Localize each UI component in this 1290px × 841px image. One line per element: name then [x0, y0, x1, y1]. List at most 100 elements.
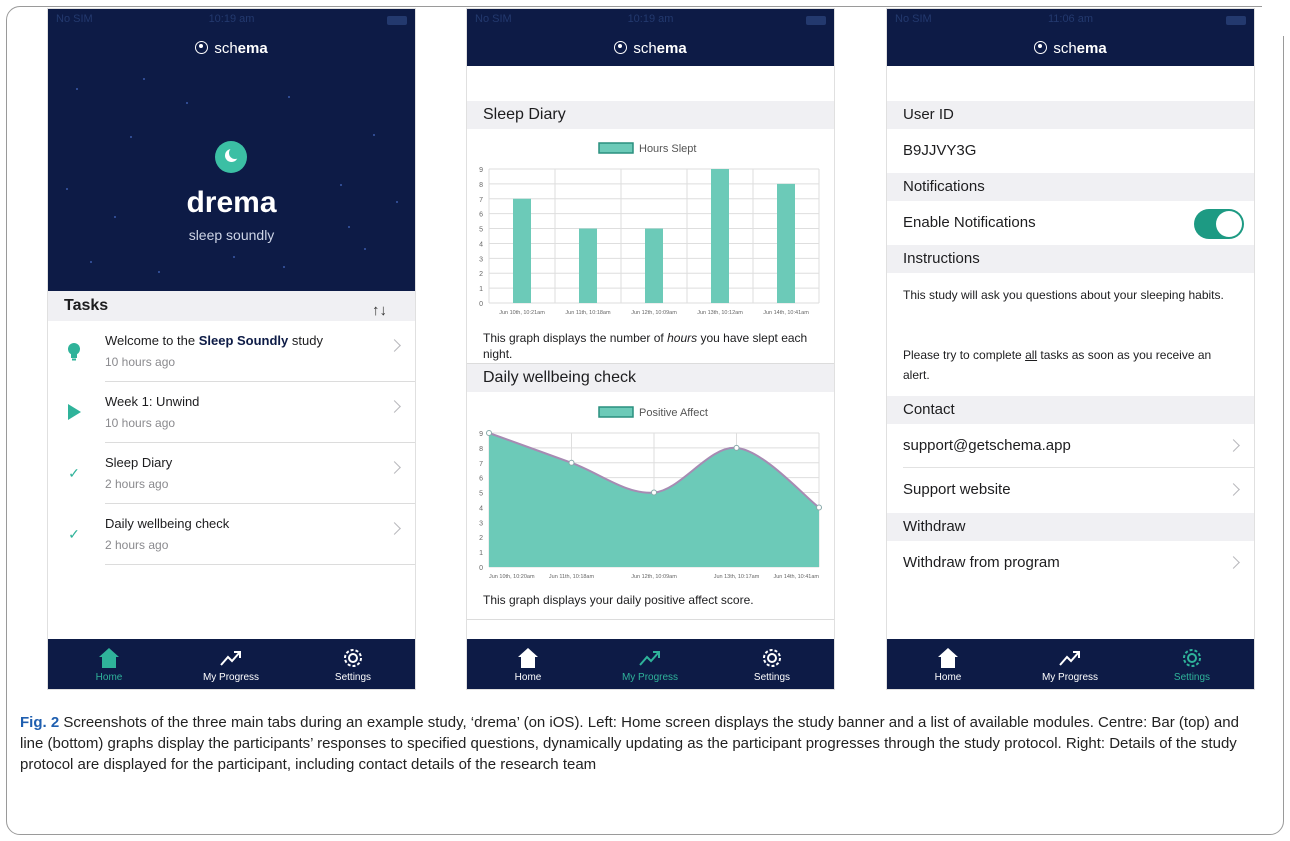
wellbeing-chart-caption: This graph displays your daily positive … — [483, 593, 754, 607]
task-time: 10 hours ago — [105, 416, 176, 430]
task-row[interactable]: ✓ Daily wellbeing check 2 hours ago — [48, 504, 415, 565]
data-point — [733, 444, 740, 451]
tab-home[interactable]: Home — [48, 639, 170, 689]
tab-label: Home — [514, 672, 542, 683]
app-header: schema — [887, 31, 1254, 66]
chevron-right-icon — [1227, 483, 1240, 496]
y-tick-label: 9 — [479, 431, 483, 438]
y-tick-label: 1 — [479, 550, 483, 557]
schema-logo-icon — [614, 41, 628, 54]
tab-my-progress[interactable]: My Progress — [589, 639, 711, 689]
task-row[interactable]: Week 1: Unwind 10 hours ago — [48, 382, 415, 443]
contact-email-link[interactable]: support@getschema.app — [903, 437, 1071, 454]
y-tick-label: 4 — [479, 505, 483, 512]
tab-settings[interactable]: Settings — [1131, 639, 1253, 689]
tab-settings[interactable]: Settings — [711, 639, 833, 689]
tab-my-progress[interactable]: My Progress — [170, 639, 292, 689]
task-row[interactable]: ✓ Sleep Diary 2 hours ago — [48, 443, 415, 504]
y-tick-label: 5 — [479, 227, 483, 234]
notifications-header: Notifications — [887, 173, 1254, 201]
study-title: drema — [186, 186, 277, 219]
support-website-link[interactable]: Support website — [903, 481, 1011, 498]
tab-home[interactable]: Home — [887, 639, 1009, 689]
x-tick-label: Jun 10th, 10:21am — [499, 310, 545, 316]
notifications-row: Enable Notifications — [887, 201, 1254, 245]
sleep-bar-chart: Hours Slept 0 1 2 3 4 5 6 7 8 9 Jun 10th, 10:21am Ju… — [479, 142, 820, 316]
phone-settings-screen: No SIM 11:06 am schema User ID B9JJVY3G … — [887, 9, 1254, 689]
tab-label: Home — [95, 672, 123, 683]
withdraw-header: Withdraw — [887, 513, 1254, 541]
data-point — [651, 489, 657, 496]
tab-home[interactable]: Home — [467, 639, 589, 689]
trend-icon — [1059, 651, 1080, 666]
figure-caption: Fig. 2 Screenshots of the three main tab… — [20, 712, 1265, 775]
task-title: Daily wellbeing check — [105, 516, 230, 531]
tab-label: My Progress — [621, 672, 679, 683]
chevron-right-icon — [388, 339, 401, 352]
y-tick-label: 3 — [479, 520, 483, 527]
y-tick-label: 6 — [479, 212, 483, 219]
tab-bar: Home My Progress Settings — [467, 639, 834, 689]
x-tick-label: Jun 13th, 10:17am — [714, 574, 760, 580]
user-id-value: B9JJVY3G — [887, 129, 1254, 173]
gear-icon — [344, 649, 362, 667]
app-header: schema — [48, 31, 415, 66]
tab-label: Settings — [1173, 672, 1211, 683]
chevron-right-icon — [388, 461, 401, 474]
tasks-title: Tasks — [64, 297, 109, 314]
legend-label: Positive Affect — [639, 407, 708, 419]
bar — [513, 198, 531, 303]
wellbeing-area-chart: Positive Affect 0 1 2 3 4 5 6 7 8 9 Jun 10th, 10:20… — [479, 406, 822, 580]
task-title: Sleep Diary — [105, 455, 173, 470]
x-tick-label: Jun 14th, 10:41am — [773, 574, 819, 580]
app-header: schema — [467, 31, 834, 66]
y-tick-label: 4 — [479, 241, 483, 248]
notifications-toggle[interactable] — [1194, 209, 1244, 239]
x-tick-label: Jun 14th, 10:41am — [763, 310, 809, 316]
logo-text-light: sch — [214, 40, 238, 57]
y-tick-label: 2 — [479, 535, 483, 542]
bar — [777, 183, 795, 303]
y-tick-label: 8 — [479, 446, 483, 453]
study-subtitle: sleep soundly — [188, 227, 275, 243]
logo-text-light: sch — [633, 40, 657, 57]
data-point — [486, 430, 492, 436]
withdraw-row[interactable]: Withdraw from program — [887, 541, 1254, 585]
battery-icon — [387, 16, 407, 25]
logo-text-light: sch — [1053, 40, 1077, 57]
schema-logo-icon — [195, 41, 209, 54]
house-icon — [518, 648, 538, 668]
bar — [711, 169, 729, 303]
x-tick-label: Jun 12th, 10:09am — [631, 310, 677, 316]
chevron-right-icon — [1227, 439, 1240, 452]
house-icon — [938, 648, 958, 668]
task-time: 10 hours ago — [105, 355, 176, 369]
data-point — [568, 459, 575, 466]
tasks-header: Tasks ↑↓ — [48, 291, 415, 321]
y-tick-label: 5 — [479, 491, 483, 498]
wellbeing-header: Daily wellbeing check — [467, 364, 834, 392]
y-tick-label: 0 — [479, 301, 483, 308]
status-bar: No SIM 10:19 am — [48, 9, 415, 31]
status-time: 10:19 am — [627, 13, 674, 25]
tab-my-progress[interactable]: My Progress — [1009, 639, 1131, 689]
contact-email-row[interactable]: support@getschema.app — [887, 424, 1254, 468]
check-icon: ✓ — [68, 526, 80, 542]
task-title: Week 1: Unwind — [105, 394, 200, 409]
battery-icon — [1226, 16, 1246, 25]
y-tick-label: 0 — [479, 565, 483, 572]
trend-icon — [639, 651, 660, 666]
withdraw-link[interactable]: Withdraw from program — [903, 554, 1060, 571]
play-icon — [66, 404, 82, 420]
logo-text-bold: ema — [1076, 40, 1107, 57]
support-website-row[interactable]: Support website — [887, 468, 1254, 512]
battery-icon — [806, 16, 826, 25]
legend-label: Hours Slept — [639, 143, 696, 155]
y-tick-label: 6 — [479, 476, 483, 483]
figure-caption-text: Screenshots of the three main tabs durin… — [20, 714, 1239, 773]
x-tick-label: Jun 11th, 10:18am — [549, 574, 595, 580]
task-row[interactable]: Welcome to the Sleep Soundly study 10 ho… — [48, 321, 415, 382]
logo-text-bold: ema — [237, 40, 268, 57]
x-tick-label: Jun 13th, 10:12am — [697, 310, 743, 316]
tab-settings[interactable]: Settings — [292, 639, 414, 689]
